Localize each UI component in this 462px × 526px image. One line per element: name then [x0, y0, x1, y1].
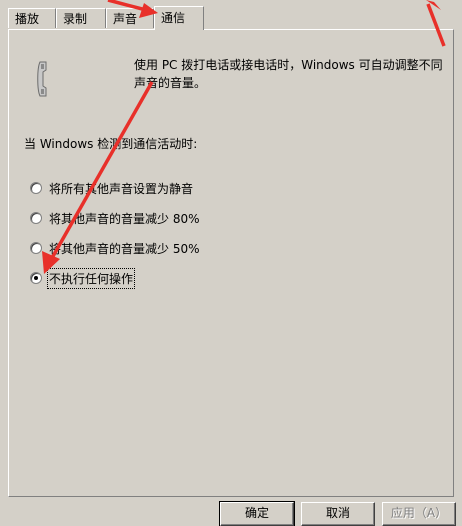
- option-label: 将其他声音的音量减少 80%: [49, 211, 200, 226]
- tab-playback[interactable]: 播放: [8, 8, 56, 28]
- phone-icon: [37, 61, 47, 97]
- apply-button[interactable]: 应用（A）: [382, 502, 456, 526]
- radio-mute-all[interactable]: [30, 182, 42, 194]
- option-reduce-50[interactable]: 将其他声音的音量减少 50%: [30, 240, 200, 256]
- option-label: 将其他声音的音量减少 50%: [49, 241, 200, 256]
- option-label: 不执行任何操作: [46, 267, 136, 289]
- radio-do-nothing[interactable]: [30, 272, 42, 284]
- radio-reduce-50[interactable]: [30, 242, 42, 254]
- option-do-nothing[interactable]: 不执行任何操作: [30, 267, 136, 289]
- radio-reduce-80[interactable]: [30, 212, 42, 224]
- option-label: 将所有其他声音设置为静音: [49, 181, 194, 196]
- option-reduce-80[interactable]: 将其他声音的音量减少 80%: [30, 210, 200, 226]
- communications-panel: [8, 29, 454, 497]
- tab-communications[interactable]: 通信: [154, 6, 204, 30]
- option-mute-all[interactable]: 将所有其他声音设置为静音: [30, 180, 193, 196]
- communications-description: 使用 PC 拨打电话或接电话时，Windows 可自动调整不同声音的音量。: [134, 58, 443, 90]
- tab-recording[interactable]: 录制: [56, 8, 106, 28]
- tab-strip: 播放 录制 声音 通信: [0, 0, 462, 30]
- detect-label: 当 Windows 检测到通信活动时:: [24, 137, 198, 151]
- tab-sounds[interactable]: 声音: [106, 8, 154, 28]
- ok-button[interactable]: 确定: [219, 501, 295, 526]
- cancel-button[interactable]: 取消: [301, 502, 375, 526]
